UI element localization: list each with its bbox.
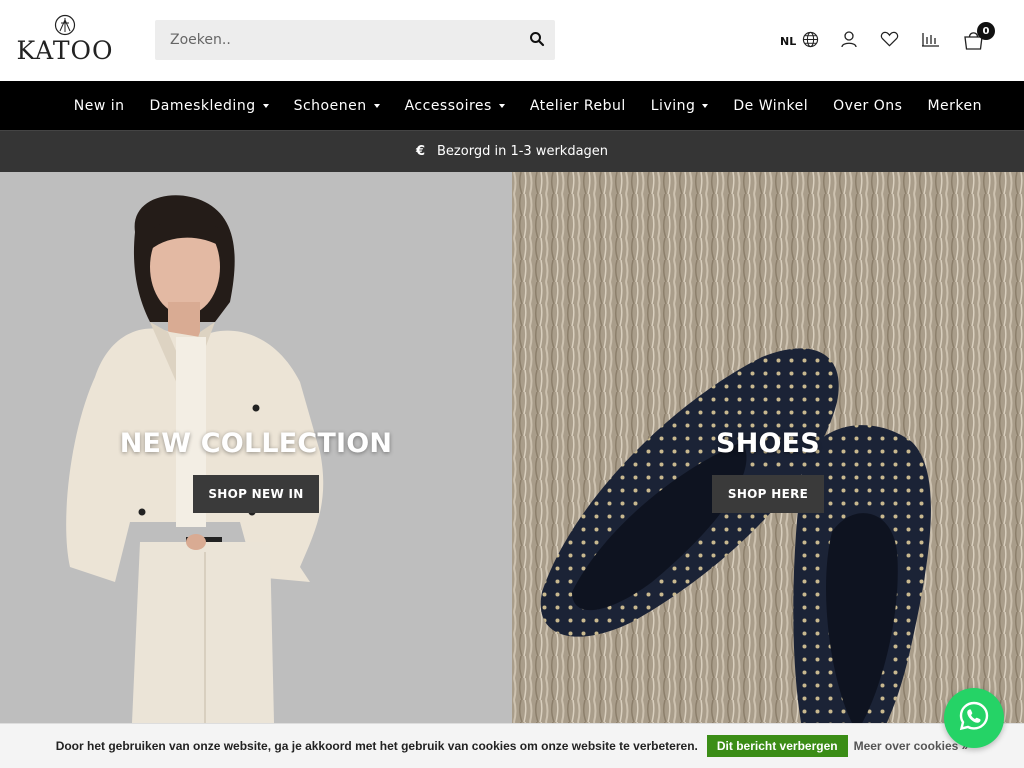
hero-left-title: NEW COLLECTION <box>119 428 393 459</box>
nav-item-label: De Winkel <box>733 98 809 114</box>
nav-item-label: Dameskleding <box>149 98 256 114</box>
nav-item-atelier-rebul[interactable]: Atelier Rebul <box>530 98 626 114</box>
nav-item-new-in[interactable]: New in <box>74 98 125 114</box>
site-logo[interactable]: KATOO <box>16 14 114 66</box>
hero-model-image <box>0 172 512 768</box>
nav-item-label: Over Ons <box>833 98 903 114</box>
site-header: KATOO NL 0 <box>0 0 1024 81</box>
caret-down-icon <box>498 104 505 108</box>
nav-item-accessoires[interactable]: Accessoires <box>405 98 505 114</box>
nav-item-de-winkel[interactable]: De Winkel <box>733 98 808 114</box>
hide-cookie-message-button[interactable]: Dit bericht verbergen <box>706 735 848 757</box>
search-icon[interactable] <box>529 31 547 49</box>
nav-item-over-ons[interactable]: Over Ons <box>833 98 902 114</box>
nav-item-label: Schoenen <box>293 98 367 114</box>
compare-icon[interactable] <box>921 30 941 50</box>
caret-down-icon <box>702 104 709 108</box>
hero-shoes-image <box>512 172 1024 768</box>
search-bar <box>155 20 555 60</box>
nav-items: New in Dameskleding Schoenen Accessoires Ate… <box>49 81 982 131</box>
nav-item-label: Accessoires <box>404 98 492 114</box>
caret-down-icon <box>373 104 380 108</box>
shop-new-in-button[interactable]: SHOP NEW IN <box>193 475 319 513</box>
language-code: NL <box>780 35 797 48</box>
more-about-cookies-link[interactable]: Meer over cookies » <box>854 739 969 753</box>
language-selector[interactable]: NL <box>780 31 819 52</box>
nav-item-dameskleding[interactable]: Dameskleding <box>150 98 269 114</box>
nav-item-label: Merken <box>927 98 982 114</box>
logo-text: KATOO <box>16 36 114 65</box>
cookie-bar: Door het gebruiken van onze website, ga … <box>0 723 1024 768</box>
nav-item-label: New in <box>73 98 125 114</box>
search-input[interactable] <box>155 20 525 60</box>
hero-new-collection[interactable]: NEW COLLECTION SHOP NEW IN <box>0 172 512 768</box>
nav-item-label: Atelier Rebul <box>529 98 626 114</box>
hero-shoes[interactable]: SHOES SHOP HERE <box>512 172 1024 768</box>
whatsapp-button[interactable] <box>944 688 1004 748</box>
hero-right-title: SHOES <box>716 428 820 459</box>
logo-emblem-icon <box>54 14 76 36</box>
globe-icon <box>802 31 819 52</box>
nav-item-living[interactable]: Living <box>651 98 709 114</box>
euro-icon: € <box>415 144 426 159</box>
nav-item-label: Living <box>650 98 696 114</box>
usp-bar: € Bezorgd in 1-3 werkdagen <box>0 131 1024 172</box>
nav-item-merken[interactable]: Merken <box>927 98 982 114</box>
nav-item-schoenen[interactable]: Schoenen <box>294 98 380 114</box>
usp-text: Bezorgd in 1-3 werkdagen <box>437 144 609 159</box>
whatsapp-icon <box>958 700 990 736</box>
shop-shoes-button[interactable]: SHOP HERE <box>712 475 824 513</box>
main-navigation: New in Dameskleding Schoenen Accessoires Ate… <box>0 81 1024 131</box>
cart-count-badge: 0 <box>977 22 995 40</box>
heart-icon[interactable] <box>880 30 900 50</box>
user-icon[interactable] <box>840 30 860 50</box>
cookie-text: Door het gebruiken van onze website, ga … <box>55 739 698 753</box>
caret-down-icon <box>262 104 269 108</box>
